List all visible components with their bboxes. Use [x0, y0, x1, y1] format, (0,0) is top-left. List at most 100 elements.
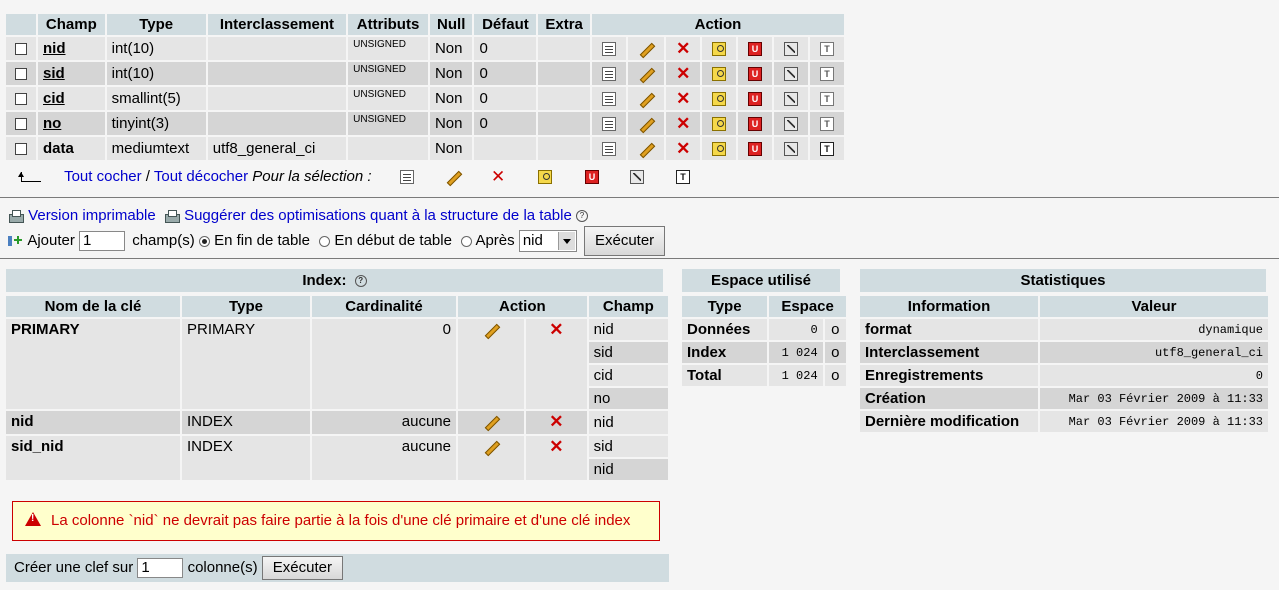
radio-start-of-table[interactable]: [319, 235, 331, 247]
fulltext-icon[interactable]: T: [819, 42, 834, 57]
index-icon[interactable]: [784, 117, 798, 132]
row-checkbox[interactable]: [15, 68, 27, 81]
delete-icon[interactable]: ✕: [676, 140, 690, 157]
delete-icon[interactable]: ✕: [491, 168, 505, 185]
browse-icon[interactable]: [601, 142, 616, 157]
stats-label: Interclassement: [860, 342, 1038, 363]
edit-icon[interactable]: [638, 67, 654, 81]
check-all-link[interactable]: Tout cocher: [64, 168, 142, 185]
index-name: PRIMARY: [6, 319, 180, 409]
edit-icon[interactable]: [638, 142, 654, 156]
primary-key-icon[interactable]: [538, 170, 552, 184]
primary-key-icon[interactable]: [712, 92, 727, 107]
table-row: no tinyint(3) UNSIGNED Non 0 ✕ U T: [6, 112, 844, 135]
delete-icon[interactable]: ✕: [676, 40, 690, 57]
suggest-optimizations-link[interactable]: Suggérer des optimisations quant à la st…: [184, 207, 572, 224]
create-index-label: Créer une clef sur: [14, 559, 134, 576]
edit-icon[interactable]: [638, 117, 654, 131]
index-header-name: Nom de la clé: [6, 296, 180, 317]
edit-icon[interactable]: [483, 440, 499, 454]
index-type: INDEX: [182, 411, 310, 434]
radio-end-of-table[interactable]: [198, 235, 210, 247]
radio-after[interactable]: [461, 235, 473, 247]
after-field-select[interactable]: nid: [518, 230, 577, 253]
fulltext-icon[interactable]: T: [676, 170, 690, 184]
primary-key-icon[interactable]: [712, 67, 727, 82]
edit-icon[interactable]: [483, 415, 499, 429]
printable-version-link[interactable]: Version imprimable: [28, 207, 156, 224]
index-edit-cell: [458, 436, 524, 480]
index-cardinality: aucune: [312, 411, 456, 434]
unique-icon[interactable]: U: [748, 92, 763, 107]
delete-icon[interactable]: ✕: [676, 65, 690, 82]
create-index-count-input[interactable]: 1: [137, 558, 184, 579]
field-collation: [207, 112, 347, 135]
action-cell: [591, 112, 626, 135]
help-icon[interactable]: ?: [354, 275, 367, 288]
fulltext-icon[interactable]: T: [819, 92, 834, 107]
add-count-input[interactable]: 1: [79, 231, 126, 252]
space-value: 0: [769, 319, 823, 340]
create-index-execute-button[interactable]: Exécuter: [261, 556, 343, 580]
field-type: smallint(5): [106, 87, 206, 110]
space-header-space: Espace: [769, 296, 846, 317]
delete-icon[interactable]: ✕: [549, 321, 563, 338]
add-unit-label: champ(s): [132, 232, 195, 249]
index-field: sid: [588, 436, 668, 457]
add-execute-button[interactable]: Exécuter: [583, 226, 666, 256]
delete-icon[interactable]: ✕: [549, 413, 563, 430]
uncheck-all-link[interactable]: Tout décocher: [154, 168, 248, 185]
warning-message: La colonne `nid` ne devrait pas faire pa…: [12, 501, 660, 541]
row-checkbox[interactable]: [15, 43, 27, 56]
browse-icon[interactable]: [601, 67, 616, 82]
unique-icon[interactable]: U: [748, 67, 763, 82]
browse-icon[interactable]: [601, 42, 616, 57]
space-unit: o: [824, 365, 846, 386]
field-extra: [538, 37, 590, 60]
after-label: Après: [475, 232, 515, 249]
field-name: data: [38, 137, 105, 160]
delete-icon[interactable]: ✕: [549, 438, 563, 455]
edit-icon[interactable]: [638, 92, 654, 106]
browse-icon[interactable]: [400, 170, 414, 184]
fulltext-icon[interactable]: T: [819, 142, 834, 157]
edit-icon[interactable]: [483, 323, 499, 337]
delete-icon[interactable]: ✕: [676, 115, 690, 132]
field-type: tinyint(3): [106, 112, 206, 135]
index-icon[interactable]: [784, 92, 798, 107]
unique-icon[interactable]: U: [748, 117, 763, 132]
field-default: 0: [474, 37, 537, 60]
space-unit: o: [824, 342, 846, 363]
index-icon[interactable]: [784, 142, 798, 157]
index-icon[interactable]: [630, 170, 644, 184]
unique-icon[interactable]: U: [585, 170, 599, 184]
primary-key-icon[interactable]: [712, 42, 727, 57]
edit-icon[interactable]: [638, 42, 654, 56]
stats-title-bar: Statistiques: [860, 269, 1266, 292]
index-icon[interactable]: [784, 67, 798, 82]
unique-icon[interactable]: U: [748, 42, 763, 57]
index-icon[interactable]: [784, 42, 798, 57]
index-cardinality: 0: [312, 319, 456, 409]
stats-value: utf8_general_ci: [1040, 342, 1268, 363]
primary-key-icon[interactable]: [712, 117, 727, 132]
help-icon[interactable]: ?: [575, 210, 588, 223]
fulltext-icon[interactable]: T: [819, 67, 834, 82]
field-type: mediumtext: [106, 137, 206, 160]
index-row: sid_nid INDEX aucune ✕ sid: [6, 436, 668, 480]
index-title: Index:: [302, 272, 347, 289]
arrow-up-left-icon: [18, 172, 42, 183]
index-type: PRIMARY: [182, 319, 310, 409]
row-checkbox[interactable]: [15, 118, 27, 131]
unique-icon[interactable]: U: [748, 142, 763, 157]
action-cell: [591, 62, 626, 85]
delete-icon[interactable]: ✕: [676, 90, 690, 107]
browse-icon[interactable]: [601, 92, 616, 107]
row-checkbox[interactable]: [15, 143, 27, 156]
edit-icon[interactable]: [445, 170, 461, 184]
primary-key-icon[interactable]: [712, 142, 727, 157]
browse-icon[interactable]: [601, 117, 616, 132]
fulltext-icon[interactable]: T: [819, 117, 834, 132]
row-select-cell: [6, 87, 36, 110]
row-checkbox[interactable]: [15, 93, 27, 106]
